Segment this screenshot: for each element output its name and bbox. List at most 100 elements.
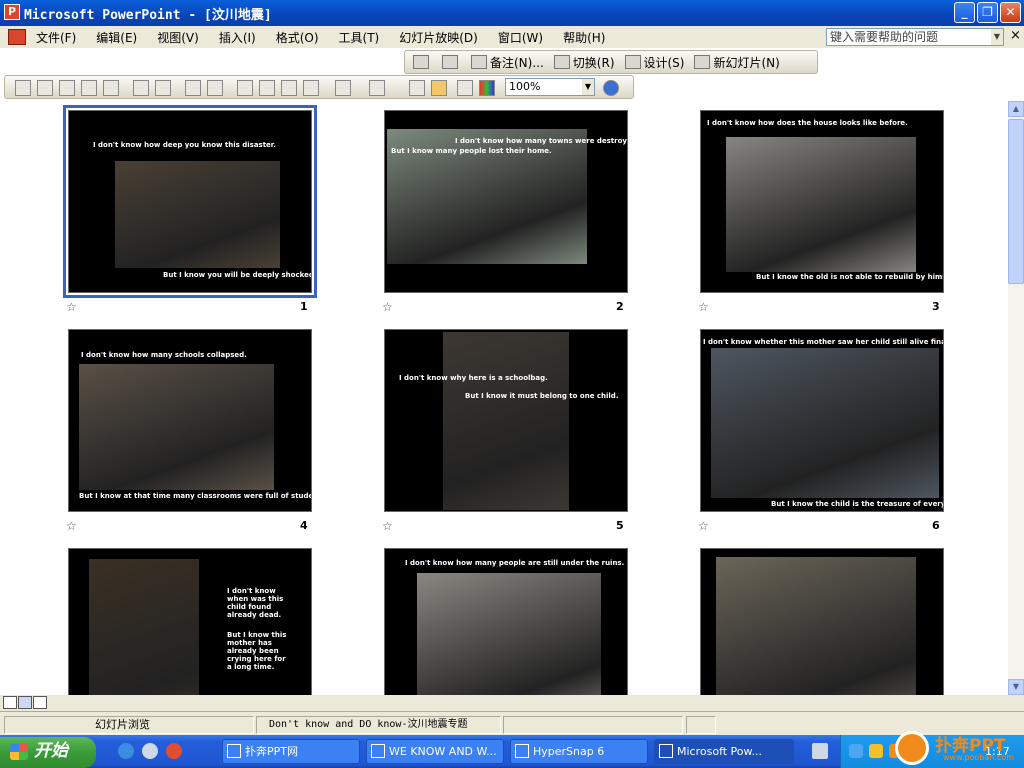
animation-star-icon[interactable]: ☆ <box>382 300 393 314</box>
menu-view[interactable]: 视图(V) <box>157 29 199 46</box>
print-icon[interactable] <box>133 80 149 96</box>
animation-star-icon[interactable]: ☆ <box>66 519 77 533</box>
format-painter-icon[interactable] <box>303 80 319 96</box>
animation-star-icon[interactable]: ☆ <box>66 300 77 314</box>
task-powerpoint[interactable]: Microsoft Pow... <box>654 739 794 764</box>
spelling-icon[interactable] <box>185 80 201 96</box>
slide-thumbnail-2[interactable]: I don't know how many towns were destroy… <box>384 110 628 293</box>
menu-edit[interactable]: 编辑(E) <box>96 29 137 46</box>
slide-number: 2 <box>616 300 624 313</box>
status-lang <box>686 716 716 734</box>
open-icon[interactable] <box>37 80 53 96</box>
design-button[interactable]: 设计(S) <box>624 54 685 71</box>
normal-view-icon[interactable] <box>3 696 17 709</box>
email-icon[interactable] <box>103 80 119 96</box>
cut-icon[interactable] <box>237 80 253 96</box>
document-close-button[interactable]: × <box>1010 28 1021 43</box>
vertical-scrollbar[interactable]: ▲ ▼ <box>1008 101 1024 695</box>
show-formatting-icon[interactable] <box>431 80 447 96</box>
status-bar: 幻灯片浏览 Don't know and DO know-汶川地震专题 <box>0 711 1024 735</box>
save-icon[interactable] <box>59 80 75 96</box>
slide-sorter-toolbar: 备注(N)... 切换(R) 设计(S) 新幻灯片(N) <box>404 50 818 74</box>
color-grayscale-icon[interactable] <box>479 80 495 96</box>
slide-caption: But I know this mother has already been … <box>227 631 287 671</box>
permission-icon[interactable] <box>81 80 97 96</box>
undo-icon[interactable] <box>335 80 351 96</box>
slide-thumbnail-6[interactable]: I don't know whether this mother saw her… <box>700 329 944 512</box>
slide-caption: But I know it must belong to one child. <box>465 392 619 400</box>
slide-sorter-view-icon[interactable] <box>18 696 32 709</box>
redo-icon[interactable] <box>369 80 385 96</box>
slideshow-view-icon[interactable] <box>33 696 47 709</box>
notes-icon <box>471 55 487 69</box>
start-label: 开始 <box>34 741 68 761</box>
hide-slide-button[interactable] <box>413 55 432 69</box>
new-icon[interactable] <box>15 80 31 96</box>
copy-icon[interactable] <box>259 80 275 96</box>
slide-caption: I don't know how many towns were destroy… <box>455 137 628 145</box>
slide-thumbnail-3[interactable]: I don't know how does the house looks li… <box>700 110 944 293</box>
grid-icon[interactable] <box>457 80 473 96</box>
menu-file[interactable]: 文件(F) <box>36 29 76 46</box>
transition-button[interactable]: 切换(R) <box>553 54 615 71</box>
media-icon[interactable] <box>166 743 182 759</box>
research-icon[interactable] <box>207 80 223 96</box>
chevron-down-icon[interactable]: ▼ <box>991 29 1003 45</box>
status-empty <box>503 716 683 734</box>
scroll-down-arrow-icon[interactable]: ▼ <box>1008 679 1024 695</box>
help-icon[interactable] <box>603 80 619 96</box>
animation-star-icon[interactable]: ☆ <box>698 519 709 533</box>
scroll-thumb[interactable] <box>1008 119 1024 284</box>
slide-caption: I don't know how deep you know this disa… <box>93 141 276 149</box>
slide-thumbnail-7[interactable]: I don't know when was this child found a… <box>68 548 312 695</box>
keyboard-icon[interactable] <box>812 743 828 759</box>
window-icon <box>371 744 385 758</box>
task-pooban[interactable]: 扑奔PPT网 <box>222 739 360 764</box>
summary-icon <box>442 55 458 69</box>
new-slide-button[interactable]: 新幻灯片(N) <box>694 54 780 71</box>
security-shield-icon[interactable] <box>869 744 883 758</box>
slide-thumbnail-1[interactable]: I don't know how deep you know this disa… <box>63 105 317 298</box>
restore-button[interactable]: ❐ <box>977 2 998 23</box>
menu-insert[interactable]: 插入(I) <box>219 29 256 46</box>
paste-icon[interactable] <box>281 80 297 96</box>
close-button[interactable]: ✕ <box>1000 2 1021 23</box>
slide-thumbnail-8[interactable]: I don't know how many people are still u… <box>384 548 628 695</box>
chevron-down-icon[interactable]: ▼ <box>582 79 594 95</box>
animation-star-icon[interactable]: ☆ <box>698 300 709 314</box>
start-button[interactable]: 开始 <box>0 737 96 768</box>
slide-number: 3 <box>932 300 940 313</box>
menu-help[interactable]: 帮助(H) <box>563 29 605 46</box>
slide-photo <box>726 137 916 272</box>
menu-format[interactable]: 格式(O) <box>276 29 319 46</box>
document-icon[interactable] <box>8 29 26 45</box>
task-hypersnap[interactable]: HyperSnap 6 <box>510 739 648 764</box>
network-icon[interactable] <box>849 744 863 758</box>
slide-thumbnail-9[interactable] <box>700 548 944 695</box>
help-search-input[interactable]: 键入需要帮助的问题 ▼ <box>826 28 1004 46</box>
zoom-select[interactable]: 100% ▼ <box>505 78 595 96</box>
slide-thumbnail-4[interactable]: I don't know how many schools collapsed.… <box>68 329 312 512</box>
slide-thumbnail-5[interactable]: I don't know why here is a schoolbag. But… <box>384 329 628 512</box>
notes-button[interactable]: 备注(N)... <box>471 54 544 71</box>
summary-slide-button[interactable] <box>442 55 461 69</box>
animation-star-icon[interactable]: ☆ <box>382 519 393 533</box>
powerpoint-icon[interactable]: P <box>4 4 20 20</box>
hide-slide-icon <box>413 55 429 69</box>
scroll-up-arrow-icon[interactable]: ▲ <box>1008 101 1024 117</box>
expand-all-icon[interactable] <box>409 80 425 96</box>
design-label: 设计(S) <box>643 55 685 70</box>
minimize-button[interactable]: _ <box>954 2 975 23</box>
menu-window[interactable]: 窗口(W) <box>498 29 543 46</box>
slide-photo <box>115 161 280 268</box>
task-powerpoint-label: Microsoft Pow... <box>677 745 763 758</box>
menu-tools[interactable]: 工具(T) <box>339 29 380 46</box>
design-icon <box>624 55 641 69</box>
print-preview-icon[interactable] <box>155 80 171 96</box>
slide-photo <box>417 573 601 695</box>
slide-caption: But I know the old is not able to rebuil… <box>756 273 944 281</box>
explorer-icon[interactable] <box>142 743 158 759</box>
ie-icon[interactable] <box>118 743 134 759</box>
menu-slideshow[interactable]: 幻灯片放映(D) <box>399 29 478 46</box>
task-weknow[interactable]: WE KNOW AND W... <box>366 739 504 764</box>
